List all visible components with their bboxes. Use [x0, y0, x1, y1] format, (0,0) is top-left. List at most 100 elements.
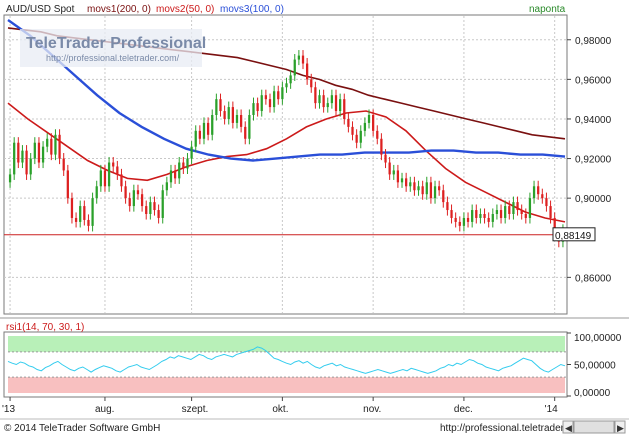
y-tick-label: 0,90000	[575, 194, 612, 205]
candle-body	[58, 134, 61, 159]
candle-body	[182, 162, 185, 169]
candle-body	[8, 174, 12, 183]
last-value-badge: 0,88149	[552, 227, 596, 242]
y-tick-label: 0,92000	[575, 155, 612, 166]
candle-body	[50, 138, 53, 155]
candle-body	[339, 99, 342, 112]
candle-body	[376, 130, 379, 139]
candle-body	[46, 138, 49, 147]
y-tick-label: 0,98000	[575, 36, 612, 47]
candle-body	[409, 182, 412, 187]
candle-body	[310, 79, 313, 88]
candle-body	[169, 170, 173, 183]
candle-body	[223, 111, 226, 119]
candle-body	[124, 186, 127, 199]
chart-canvas: 0,98000 0,96000 0,94000 0,92000 0,90000 0,860…	[0, 4, 629, 434]
candle-body	[21, 150, 24, 163]
candle-body	[268, 99, 272, 108]
candle-body	[520, 210, 523, 214]
candle-body	[372, 115, 375, 131]
candle-body	[248, 115, 251, 139]
rsi-upper-band	[8, 336, 565, 352]
candle-body	[33, 142, 36, 159]
candle-body	[211, 115, 214, 135]
candle-body	[54, 134, 57, 155]
candle-body	[37, 142, 41, 163]
x-tick-label: aug.	[95, 404, 114, 415]
candle-body	[62, 158, 65, 171]
candle-body	[264, 95, 268, 100]
candle-body	[107, 162, 111, 187]
watermark-brand: TeleTrader Professional	[26, 35, 206, 52]
y-tick-label: 0,86000	[575, 273, 612, 284]
candle-body	[219, 99, 222, 112]
candle-body	[25, 150, 28, 175]
candle-body	[499, 210, 503, 218]
candle-body	[314, 87, 317, 104]
candle-body	[351, 126, 354, 135]
candle-body	[479, 214, 482, 218]
candle-body	[483, 214, 486, 218]
candle-body	[392, 170, 395, 175]
candle-body	[281, 87, 284, 100]
candle-body	[322, 95, 325, 108]
candle-body	[99, 170, 102, 187]
period-label: naponta	[529, 4, 566, 15]
candle-body	[433, 186, 437, 199]
candle-body	[202, 122, 206, 139]
x-tick-label: '14	[545, 404, 558, 415]
candle-body	[293, 59, 296, 76]
candle-body	[198, 130, 201, 139]
candle-body	[475, 210, 478, 218]
x-tick-label: okt.	[272, 404, 288, 415]
scroll-track[interactable]	[573, 420, 615, 434]
candle-body	[359, 130, 362, 143]
candle-body	[504, 206, 507, 218]
candle-body	[367, 115, 371, 123]
candle-body	[136, 190, 140, 195]
scroll-right-icon: ▶	[617, 423, 624, 433]
candle-body	[495, 210, 499, 214]
candle-body	[120, 174, 123, 187]
candle-body	[508, 206, 511, 214]
candle-body	[87, 219, 90, 226]
candle-body	[186, 158, 189, 169]
x-tick-label: szept.	[182, 404, 209, 415]
candle-body	[149, 202, 152, 214]
candle-body	[70, 198, 74, 218]
candle-body	[173, 170, 177, 179]
candle-body	[400, 178, 404, 183]
candle-body	[524, 214, 527, 218]
watermark: TeleTrader Professional http://professio…	[20, 29, 206, 67]
candle-body	[421, 186, 424, 195]
candle-body	[79, 206, 82, 222]
candle-body	[13, 142, 16, 175]
candle-body	[95, 186, 98, 199]
candle-body	[297, 55, 301, 60]
candle-body	[318, 95, 321, 104]
candle-body	[227, 107, 230, 119]
candle-body	[454, 217, 457, 222]
candle-body	[355, 134, 358, 143]
candle-body	[190, 146, 193, 159]
candle-body	[244, 126, 247, 139]
candle-body	[301, 55, 305, 64]
candle-body	[446, 202, 449, 211]
candle-body	[413, 182, 416, 191]
candle-body	[487, 217, 490, 222]
price-y-axis: 0,98000 0,96000 0,94000 0,92000 0,90000 0,860…	[567, 36, 612, 284]
candle-body	[277, 91, 280, 100]
candle-body	[161, 190, 164, 218]
candle-body	[549, 206, 552, 218]
candle-body	[256, 103, 259, 112]
mov3-label: movs3(100, 0)	[220, 4, 284, 15]
candle-body	[458, 221, 461, 226]
candle-body	[343, 99, 346, 119]
candle-body	[442, 190, 445, 203]
candle-body	[103, 170, 107, 187]
candle-body	[145, 206, 148, 214]
candle-body	[165, 182, 168, 191]
candle-body	[153, 202, 156, 211]
rsi-tick-label: 100,00000	[574, 333, 622, 344]
candle-body	[363, 122, 367, 131]
